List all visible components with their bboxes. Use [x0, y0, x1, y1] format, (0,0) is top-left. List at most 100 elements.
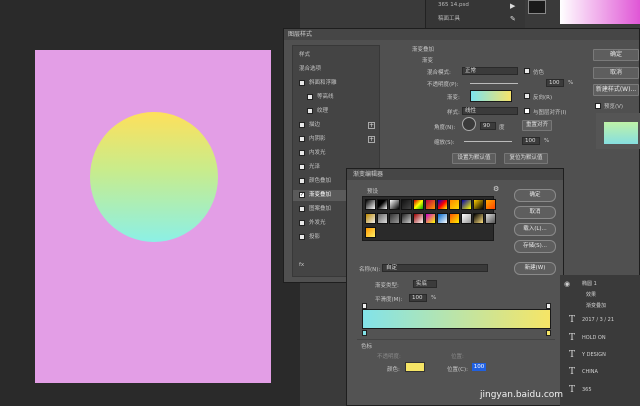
layer-label-top: 稿面工具	[438, 16, 461, 22]
add-effect-icon[interactable]: +	[368, 122, 375, 129]
style-item[interactable]: 内阴影 +	[293, 134, 379, 145]
reverse-checkbox[interactable]	[524, 93, 530, 99]
brush-icon[interactable]: ✎	[510, 15, 516, 23]
gradient-preset-swatch[interactable]	[473, 213, 484, 224]
gradient-preset-swatch[interactable]	[389, 213, 400, 224]
ge-save-button[interactable]: 存储(S)...	[514, 240, 556, 253]
style-checkbox[interactable]	[299, 177, 305, 184]
gradient-preset-swatch[interactable]	[365, 227, 376, 238]
ge-new-button[interactable]: 新建(W)	[514, 262, 556, 275]
name-label: 名称(N):	[359, 267, 381, 273]
dither-checkbox[interactable]	[524, 68, 530, 74]
gradient-preset-swatch[interactable]	[461, 199, 472, 210]
gradient-preset-swatch[interactable]	[473, 199, 484, 210]
scale-input[interactable]: 100	[522, 137, 540, 145]
style-checkbox[interactable]	[299, 163, 305, 170]
gradient-preset-swatch[interactable]	[485, 213, 496, 224]
style-checkbox[interactable]	[299, 205, 305, 212]
preview-checkbox[interactable]	[595, 103, 601, 109]
style-item[interactable]: 纹理	[293, 106, 379, 117]
cancel-button[interactable]: 取消	[593, 67, 639, 79]
ge-cancel-button[interactable]: 取消	[514, 206, 556, 219]
style-checkbox[interactable]	[299, 149, 305, 156]
gradient-preset-swatch[interactable]	[365, 213, 376, 224]
gradient-preset-swatch[interactable]	[485, 199, 496, 210]
gradient-preset-swatch[interactable]	[413, 199, 424, 210]
smooth-input[interactable]: 100	[409, 294, 427, 302]
style-item-label: 投影	[309, 234, 321, 240]
stop-color-swatch[interactable]	[405, 362, 425, 372]
reset-align-button[interactable]: 重置对齐	[522, 120, 552, 131]
style-item[interactable]: 混合选项	[293, 64, 379, 75]
blend-mode-select[interactable]: 正常	[462, 67, 518, 75]
gradient-preview-bar[interactable]	[470, 90, 512, 102]
style-select[interactable]: 线性	[462, 107, 518, 115]
align-checkbox[interactable]	[524, 108, 530, 114]
foreground-color-swatch[interactable]	[528, 0, 546, 14]
text-layer-row[interactable]: TY DESIGN	[560, 350, 640, 361]
gradient-circle-shape[interactable]	[90, 112, 218, 242]
stops-separator	[357, 339, 555, 340]
text-layer-row[interactable]: T CHINA	[560, 367, 640, 378]
play-icon[interactable]: ▶	[510, 2, 515, 10]
ok-button[interactable]: 确定	[593, 49, 639, 61]
gradient-preset-swatch[interactable]	[437, 213, 448, 224]
reset-default-button[interactable]: 复位为默认值	[504, 153, 548, 164]
style-item[interactable]: 描边 +	[293, 120, 379, 131]
style-item[interactable]: 内发光	[293, 148, 379, 159]
gradient-preset-swatch[interactable]	[377, 199, 388, 210]
gradient-preset-swatch[interactable]	[365, 199, 376, 210]
ge-load-button[interactable]: 载入(L)...	[514, 223, 556, 236]
effects-row[interactable]: 效果	[560, 290, 640, 301]
style-checkbox[interactable]	[307, 93, 313, 100]
text-layer-row[interactable]: T HOLD ON	[560, 333, 640, 344]
opacity-slider[interactable]	[470, 83, 518, 84]
style-checkbox[interactable]	[299, 79, 305, 86]
set-default-button[interactable]: 设置为默认值	[452, 153, 496, 164]
gradient-preset-swatch[interactable]	[437, 199, 448, 210]
gradient-preset-swatch[interactable]	[401, 213, 412, 224]
gradient-ramp[interactable]	[362, 309, 551, 329]
color-stop-right[interactable]	[546, 330, 551, 336]
layer-row[interactable]: ◉ 椭圆 1	[560, 279, 640, 290]
style-item-label: 外发光	[309, 220, 326, 226]
style-checkbox[interactable]	[299, 121, 305, 128]
gradient-preset-swatch[interactable]	[377, 213, 388, 224]
angle-dial[interactable]	[462, 117, 476, 131]
ge-ok-button[interactable]: 确定	[514, 189, 556, 202]
eye-icon[interactable]: ◉	[564, 279, 570, 290]
style-checkbox[interactable]	[299, 233, 305, 240]
color-picker-gradient[interactable]	[560, 0, 640, 24]
text-layer-row[interactable]: T 365	[560, 385, 640, 396]
new-style-button[interactable]: 新建样式(W)...	[593, 84, 639, 96]
angle-input[interactable]: 90	[480, 122, 496, 130]
style-label: 样式:	[447, 110, 460, 116]
gradient-preset-swatch[interactable]	[425, 213, 436, 224]
gradient-preset-swatch[interactable]	[401, 199, 412, 210]
type-select[interactable]: 实底	[413, 280, 437, 288]
style-checkbox[interactable]	[299, 135, 305, 142]
settings-gear-icon[interactable]: ⚙	[493, 185, 499, 193]
presets-grid[interactable]	[362, 196, 496, 241]
gradient-preset-swatch[interactable]	[449, 199, 460, 210]
name-input[interactable]: 自定	[382, 264, 488, 272]
add-effect-icon[interactable]: +	[368, 136, 375, 143]
style-item[interactable]: 等高线	[293, 92, 379, 103]
gradient-preset-swatch[interactable]	[461, 213, 472, 224]
effect-row[interactable]: 渐变叠加	[560, 301, 640, 312]
gradient-preset-swatch[interactable]	[413, 213, 424, 224]
color-stop-left[interactable]	[362, 330, 367, 336]
style-item-label: 斜面和浮雕	[309, 80, 337, 86]
style-item[interactable]: 样式	[293, 50, 379, 61]
gradient-preset-swatch[interactable]	[449, 213, 460, 224]
gradient-preset-swatch[interactable]	[389, 199, 400, 210]
opacity-input[interactable]: 100	[546, 79, 564, 87]
style-checkbox[interactable]: ✓	[299, 191, 305, 198]
location-input[interactable]: 100	[472, 363, 486, 371]
style-checkbox[interactable]	[299, 219, 305, 226]
gradient-preset-swatch[interactable]	[425, 199, 436, 210]
style-item[interactable]: 斜面和浮雕	[293, 78, 379, 89]
style-checkbox[interactable]	[307, 107, 313, 114]
scale-slider[interactable]	[464, 141, 512, 142]
text-layer-row[interactable]: T 2017 / 3 / 21	[560, 315, 640, 326]
